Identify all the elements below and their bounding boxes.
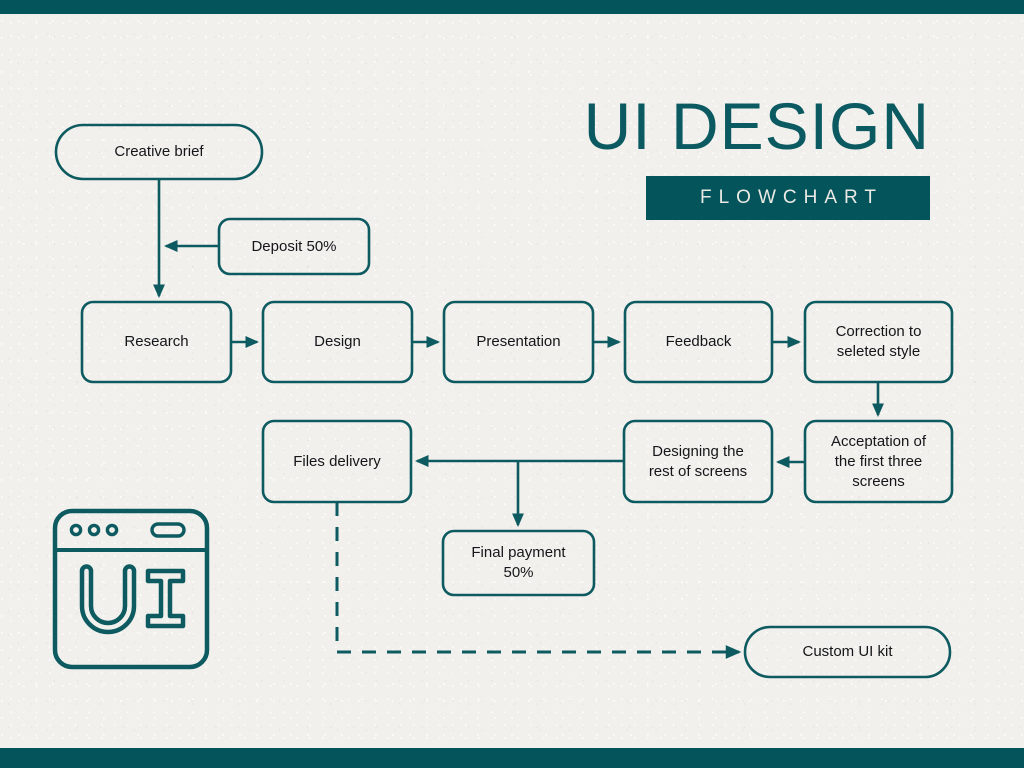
node-deposit-50[interactable]: [217, 217, 371, 276]
node-presentation[interactable]: [442, 300, 595, 384]
node-files-delivery[interactable]: [261, 419, 413, 504]
node-feedback[interactable]: [623, 300, 774, 384]
node-final-payment[interactable]: [441, 529, 596, 597]
node-correction[interactable]: [803, 300, 954, 384]
node-creative-brief[interactable]: [54, 123, 264, 181]
flowchart-canvas: [52, 123, 954, 679]
node-research[interactable]: [80, 300, 233, 384]
node-designing-rest[interactable]: [622, 419, 774, 504]
node-custom-ui-kit[interactable]: [743, 625, 952, 679]
ui-browser-icon: [52, 508, 210, 670]
node-acceptation[interactable]: [803, 419, 954, 504]
node-design[interactable]: [261, 300, 414, 384]
flowchart-page: UI DESIGN FLOWCHART Creative brief Depos…: [0, 0, 1024, 768]
edge-files-delivery-to-custom-ui-kit: [335, 502, 742, 659]
